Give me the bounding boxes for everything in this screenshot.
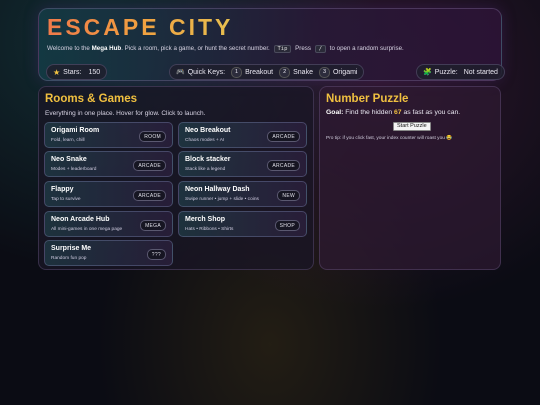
quick-key-3: 3 [318,66,330,78]
card-sub: Modes + leaderboard [51,167,97,172]
room-card-merch-shop[interactable]: Merch Shop Hats • Ribbons • Shirts SHOP [178,211,307,237]
card-name: Flappy [51,186,74,193]
room-card-block-stacker[interactable]: Block stacker Stack like a legend ARCADE [178,151,307,177]
rooms-description: Everything in one place. Hover for glow.… [45,110,206,117]
welcome-post: to open a random surprise. [329,45,404,52]
card-name: Block stacker [185,156,231,163]
quick-key-snake[interactable]: Snake [293,69,313,76]
app-title: ESCAPE CITY [47,14,234,40]
goal-number: 67 [394,109,402,116]
card-name: Neo Breakout [185,127,231,134]
card-name: Neon Arcade Hub [51,216,110,223]
goal-label: Goal: [326,109,344,116]
gamepad-icon: 🎮 [176,69,185,76]
room-card-neo-breakout[interactable]: Neo Breakout Chaos modes + AI ARCADE [178,122,307,148]
tip-key: Tip [273,45,292,53]
puzzle-status-pill: 🧩 Puzzle: Not started [416,64,505,80]
card-tag: ARCADE [267,160,300,171]
room-card-surprise-me[interactable]: Surprise Me Random fun pop ??? [44,240,173,266]
welcome-text: Welcome to the Mega Hub. Pick a room, pi… [47,45,404,53]
card-name: Merch Shop [185,216,226,223]
card-tag: NEW [277,190,300,201]
quick-keys-label: Quick Keys: [187,68,226,76]
slash-key: / [314,45,327,53]
card-tag: SHOP [274,220,300,231]
puzzle-goal: Goal: Find the hidden 67 as fast as you … [326,109,460,116]
rooms-title: Rooms & Games [45,93,138,105]
goal-pre: Find the hidden [345,109,393,116]
puzzle-label: Puzzle: [434,68,458,76]
quick-key-2: 2 [279,66,291,78]
card-sub: Swipe runner • jump + slide • coins [185,197,259,202]
hero-header: ESCAPE CITY Welcome to the Mega Hub. Pic… [38,8,505,81]
room-card-neo-snake[interactable]: Neo Snake Modes + leaderboard ARCADE [44,151,173,177]
card-sub: Tap to survive [51,197,81,202]
goal-post: as fast as you can. [403,109,461,116]
stars-label: Stars: [63,68,82,76]
quick-key-breakout[interactable]: Breakout [245,69,273,76]
card-sub: Random fun pop [51,256,87,261]
card-tag: ARCADE [133,190,166,201]
card-sub: Chaos modes + AI [185,138,225,143]
card-tag: ??? [146,249,166,260]
welcome-mid: . Pick a room, pick a game, or hunt the … [121,45,270,52]
room-card-flappy[interactable]: Flappy Tap to survive ARCADE [44,181,173,207]
card-sub: All mini-games in one mega page [51,227,123,232]
card-tag: ROOM [139,131,166,142]
puzzle-status: Not started [463,68,498,76]
mega-hub-label: Mega Hub [91,45,122,52]
quick-key-origami[interactable]: Origami [333,69,358,76]
card-name: Surprise Me [51,245,92,252]
star-icon: ★ [53,67,61,77]
stars-value: 150 [88,68,101,76]
card-name: Neo Snake [51,156,87,163]
welcome-pre: Welcome to the [47,45,90,52]
stars-pill: ★ Stars: 150 [46,64,108,80]
welcome-press: Press [295,45,311,52]
card-tag: ARCADE [133,160,166,171]
puzzle-title: Number Puzzle [326,93,409,105]
card-sub: Hats • Ribbons • Shirts [185,227,234,232]
card-name: Neon Hallway Dash [185,186,250,193]
quick-key-1: 1 [231,66,243,78]
room-card-neon-arcade-hub[interactable]: Neon Arcade Hub All mini-games in one me… [44,211,173,237]
card-name: Origami Room [51,127,100,134]
puzzle-tip: Pro tip: if you click fast, your index c… [326,136,453,141]
puzzle-icon: 🧩 [423,69,432,76]
quick-keys-pill: 🎮 Quick Keys: 1 Breakout 2 Snake 3 Origa… [169,64,365,80]
puzzle-panel: Number Puzzle Goal: Find the hidden 67 a… [319,86,501,270]
card-tag: MEGA [140,220,166,231]
room-card-neon-hallway-dash[interactable]: Neon Hallway Dash Swipe runner • jump + … [178,181,307,207]
card-sub: Fold, learn, chill [51,138,85,143]
rooms-panel: Rooms & Games Everything in one place. H… [38,86,314,270]
card-sub: Stack like a legend [185,167,226,172]
room-card-origami[interactable]: Origami Room Fold, learn, chill ROOM [44,122,173,148]
card-tag: ARCADE [267,131,300,142]
start-puzzle-button[interactable]: Start Puzzle [393,122,431,131]
